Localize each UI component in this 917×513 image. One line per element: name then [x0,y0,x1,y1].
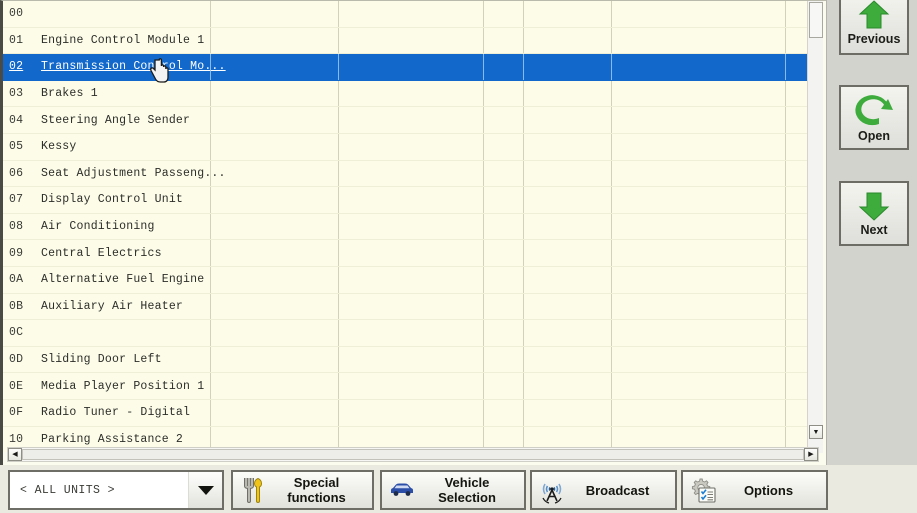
table-row[interactable]: 02 Transmission Control Mo... [3,54,809,81]
unit-row-name: Sliding Door Left [41,353,162,367]
special-functions-label: Special functions [287,475,346,505]
gear-checklist-icon [683,477,723,503]
open-button[interactable]: Open [839,85,909,150]
broadcast-tower-icon [532,476,572,504]
scroll-down-button[interactable]: ▼ [809,425,823,439]
unit-row-name: Seat Adjustment Passeng... [41,166,226,180]
scroll-right-button[interactable]: ▶ [804,448,818,461]
previous-button[interactable]: Previous [839,0,909,55]
open-button-label: Open [858,128,890,143]
unit-row-id: 08 [9,220,24,234]
unit-row-name: Steering Angle Sender [41,113,191,127]
horizontal-scrollbar[interactable]: ◀ ▶ [7,447,819,462]
bottom-toolbar: < ALL UNITS > Special functions Vehicle … [0,466,917,513]
unit-row-name: Transmission Control Mo... [41,60,226,74]
unit-row-name [41,320,809,346]
arrow-down-icon [856,191,892,221]
unit-list-frame: 00 01 Engine Control Module 1 02 Transmissio… [0,0,826,465]
unit-row-id: 07 [9,193,24,207]
unit-row-name: Alternative Fuel Engine [41,273,205,287]
unit-list-scrollport[interactable]: 00 01 Engine Control Module 1 02 Transmissio… [3,1,809,452]
next-button-label: Next [860,222,888,237]
chevron-right-icon: ▶ [808,451,814,458]
unit-row-name: Media Player Position 1 [41,379,205,393]
unit-row-id: 01 [9,33,24,47]
refresh-arrow-icon [855,93,893,127]
tools-icon [233,477,273,503]
unit-row-name: Auxiliary Air Heater [41,299,184,313]
previous-button-label: Previous [847,31,901,46]
next-button[interactable]: Next [839,181,909,246]
unit-row-id: 06 [9,166,24,180]
table-row[interactable]: 0F Radio Tuner - Digital [3,399,809,427]
unit-row-id: 0D [9,353,24,367]
table-row[interactable]: 01 Engine Control Module 1 [3,27,809,55]
broadcast-button[interactable]: Broadcast [530,470,677,510]
unit-row-name: Radio Tuner - Digital [41,406,191,420]
unit-filter-dropdown[interactable]: < ALL UNITS > [8,470,224,510]
chevron-down-icon [197,485,214,495]
vertical-scrollbar-thumb[interactable] [809,2,823,38]
unit-row-id: 09 [9,246,24,260]
arrow-up-icon [856,0,892,30]
broadcast-label: Broadcast [585,482,650,498]
table-row[interactable]: 08 Air Conditioning [3,213,809,241]
unit-filter-dropdown-arrow[interactable] [188,472,222,508]
unit-row-name: Central Electrics [41,246,162,260]
application-window: 00 01 Engine Control Module 1 02 Transmissio… [0,0,917,513]
car-icon [382,482,422,498]
chevron-down-icon: ▼ [812,428,820,436]
unit-row-id: 0C [9,326,24,340]
table-row[interactable]: 06 Seat Adjustment Passeng... [3,160,809,188]
table-row[interactable]: 04 Steering Angle Sender [3,107,809,134]
unit-row-name: Display Control Unit [41,193,184,207]
table-row[interactable]: 05 Kessy [3,133,809,161]
table-row[interactable]: 07 Display Control Unit [3,187,809,214]
unit-row-id: 02 [9,60,24,74]
unit-row-name: Air Conditioning [41,220,155,234]
table-row[interactable]: 09 Central Electrics [3,240,809,267]
unit-row-id: 0B [9,299,24,313]
unit-row-id: 0F [9,406,24,420]
unit-row-id: 00 [9,7,24,21]
vehicle-selection-label: Vehicle Selection [438,475,496,505]
unit-row-id: 04 [9,113,24,127]
unit-row-name: Engine Control Module 1 [41,33,205,47]
unit-row-name: Kessy [41,140,77,154]
table-row[interactable]: 0E Media Player Position 1 [3,373,809,400]
vertical-scrollbar[interactable]: ▼ [807,1,823,453]
horizontal-scrollbar-track[interactable] [22,449,804,460]
special-functions-button[interactable]: Special functions [231,470,374,510]
unit-row-name: Brakes 1 [41,87,98,101]
unit-filter-value[interactable]: < ALL UNITS > [10,484,188,497]
options-button[interactable]: Options [681,470,828,510]
unit-row-id: 0E [9,379,24,393]
table-row[interactable]: 0B Auxiliary Air Heater [3,293,809,321]
table-row[interactable]: 03 Brakes 1 [3,80,809,108]
table-row[interactable]: 0C [3,320,809,347]
table-row[interactable]: 00 [3,1,809,28]
navigation-sidebar: Previous Open Next [826,0,917,465]
unit-row-id: 05 [9,140,24,154]
unit-row-id: 03 [9,87,24,101]
unit-row-id: 0A [9,273,24,287]
vehicle-selection-button[interactable]: Vehicle Selection [380,470,526,510]
table-row[interactable]: 0A Alternative Fuel Engine [3,266,809,294]
options-label: Options [743,482,794,498]
chevron-left-icon: ◀ [12,451,18,458]
table-row[interactable]: 0D Sliding Door Left [3,346,809,374]
unit-row-name [41,1,809,27]
scroll-left-button[interactable]: ◀ [8,448,22,461]
